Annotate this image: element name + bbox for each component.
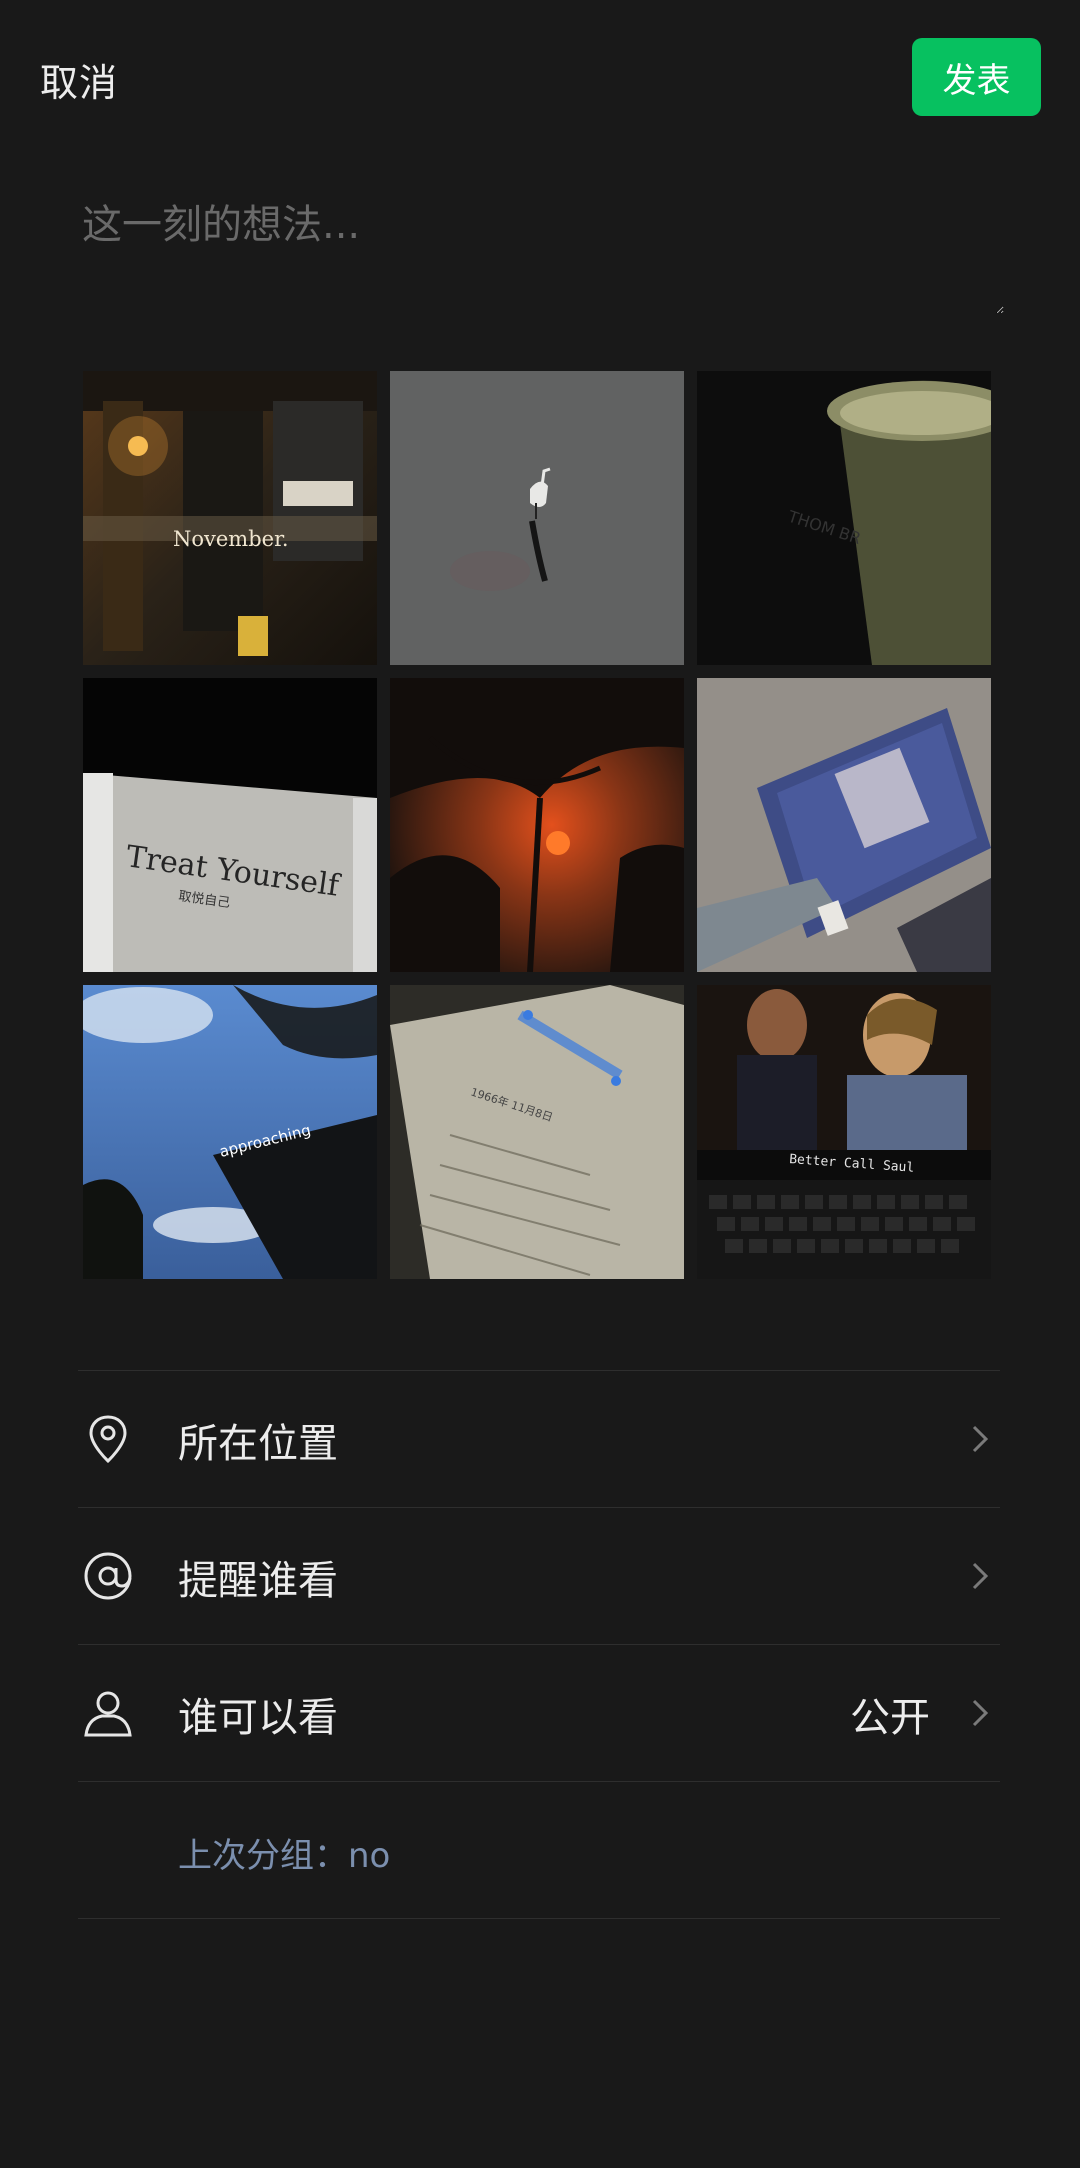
- photo-thumbnail[interactable]: [697, 678, 991, 972]
- photo-caption: November.: [173, 527, 289, 551]
- location-label: 所在位置: [178, 1421, 338, 1467]
- photo-thumbnail[interactable]: 1966年 11月8日: [390, 985, 684, 1279]
- photo-thumbnail[interactable]: [390, 678, 684, 972]
- cancel-button[interactable]: 取消: [40, 52, 118, 107]
- publish-button[interactable]: 发表: [912, 38, 1041, 116]
- photo-thumbnail[interactable]: Treat Yourself 取悦自己: [83, 678, 377, 972]
- photo-thumbnail[interactable]: THOM BR: [697, 371, 991, 665]
- photo-grid: November. THOM BR Treat Yourself 取悦自己 ap…: [83, 371, 992, 1280]
- divider: [78, 1918, 1000, 1919]
- mention-label: 提醒谁看: [178, 1558, 338, 1604]
- photo-thumbnail[interactable]: Better Call Saul: [697, 985, 991, 1279]
- photo-thumbnail[interactable]: November.: [83, 371, 377, 665]
- visibility-label: 谁可以看: [178, 1695, 338, 1741]
- location-pin-icon: [89, 1415, 127, 1464]
- top-bar: 取消 发表: [0, 0, 1080, 160]
- visibility-row[interactable]: 谁可以看 公开: [78, 1645, 1000, 1781]
- last-group-text[interactable]: 上次分组：no: [178, 1828, 390, 1877]
- at-icon: [84, 1552, 132, 1600]
- chevron-right-icon: [972, 1699, 989, 1727]
- visibility-value: 公开: [850, 1695, 930, 1741]
- photo-thumbnail[interactable]: approaching: [83, 985, 377, 1279]
- person-icon: [84, 1691, 132, 1737]
- thought-input[interactable]: [80, 190, 1004, 314]
- photo-thumbnail[interactable]: [390, 371, 684, 665]
- location-row[interactable]: 所在位置: [78, 1371, 1000, 1507]
- chevron-right-icon: [972, 1425, 989, 1453]
- divider: [78, 1781, 1000, 1782]
- chevron-right-icon: [972, 1562, 989, 1590]
- mention-row[interactable]: 提醒谁看: [78, 1508, 1000, 1644]
